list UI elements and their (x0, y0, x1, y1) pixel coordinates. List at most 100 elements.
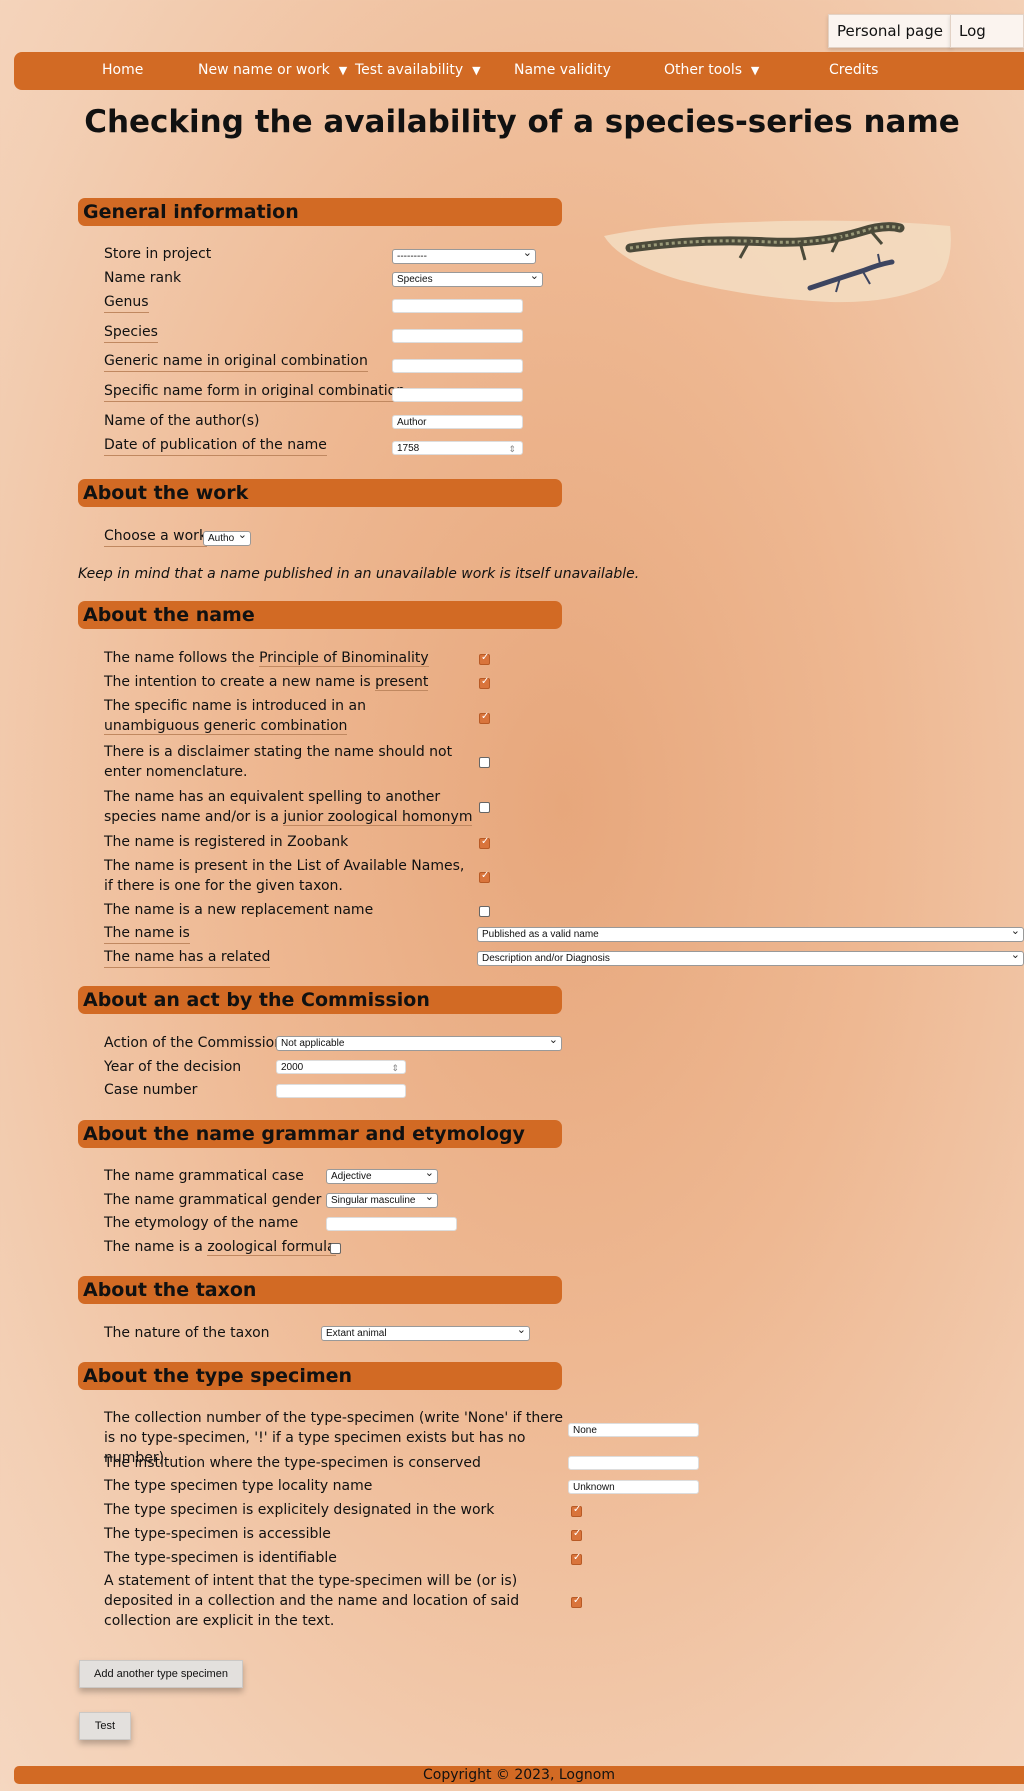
log-out-button[interactable]: Log out (950, 14, 1024, 72)
test-button[interactable]: Test (79, 1712, 131, 1740)
combination-label: The specific name is introduced in an una… (104, 696, 366, 736)
zoological-formula-link[interactable]: zoological formula (207, 1239, 336, 1256)
type-locality-input[interactable]: Unknown (568, 1480, 699, 1494)
lizard-illustration (604, 220, 951, 303)
institution-label: The institution where the type-specimen … (104, 1455, 481, 1471)
store-in-project-select[interactable]: --------- (392, 249, 536, 264)
decision-year-label: Year of the decision (104, 1059, 242, 1075)
binominality-label: The name follows the Principle of Binomi… (104, 648, 429, 668)
genus-input[interactable] (392, 299, 523, 313)
zoobank-checkbox[interactable] (479, 836, 490, 849)
combination-link[interactable]: unambiguous generic combination (104, 718, 348, 735)
section-commission: About an act by the Commission (78, 986, 562, 1014)
accessible-label: The type-specimen is accessible (104, 1526, 331, 1542)
section-type-specimen: About the type specimen (78, 1362, 562, 1390)
work-note: Keep in mind that a name published in an… (78, 566, 640, 582)
type-locality-label: The type specimen type locality name (104, 1478, 373, 1494)
dropdown-arrow-icon: ▼ (750, 64, 760, 77)
zoological-formula-label: The name is a zoological formula (104, 1237, 336, 1257)
binominality-link[interactable]: Principle of Binominality (259, 650, 429, 667)
list-available-checkbox[interactable] (479, 870, 490, 883)
combination-checkbox[interactable] (479, 711, 490, 724)
designated-checkbox[interactable] (571, 1504, 582, 1517)
name-rank-label: Name rank (104, 270, 182, 286)
grammatical-gender-label: The name grammatical gender (104, 1192, 322, 1208)
nav-credits[interactable]: Credits (829, 52, 878, 88)
taxon-nature-label: The nature of the taxon (104, 1325, 270, 1341)
author-input[interactable]: Author (392, 415, 523, 429)
choose-work-label: Choose a work (104, 526, 208, 547)
disclaimer-checkbox[interactable] (479, 757, 490, 768)
date-label: Date of publication of the name (104, 435, 327, 456)
nav-other-tools[interactable]: Other tools ▼ (664, 52, 759, 89)
statement-checkbox[interactable] (571, 1595, 582, 1608)
commission-action-label: Action of the Commission (104, 1035, 284, 1051)
taxon-nature-select[interactable]: Extant animal (321, 1326, 530, 1341)
intention-checkbox[interactable] (479, 676, 490, 689)
genus-label: Genus (104, 292, 149, 313)
homonym-label: The name has an equivalent spelling to a… (104, 787, 476, 827)
nav-new-name-label: New name or work (198, 62, 330, 78)
nav-other-tools-label: Other tools (664, 62, 743, 78)
section-grammar: About the name grammar and etymology (78, 1120, 562, 1148)
specific-original-input[interactable] (392, 388, 523, 402)
nav-new-name-or-work[interactable]: New name or work ▼ (198, 52, 347, 89)
intention-label: The intention to create a new name is pr… (104, 672, 429, 692)
list-available-label: The name is present in the List of Avail… (104, 858, 465, 894)
zoological-formula-text: The name is a (104, 1239, 208, 1255)
binominality-checkbox[interactable] (479, 652, 490, 665)
generic-original-label: Generic name in original combination (104, 351, 368, 372)
section-about-the-work: About the work (78, 479, 562, 507)
choose-work-select[interactable]: Autho (203, 531, 251, 546)
name-rank-select[interactable]: Species (392, 272, 543, 287)
date-input[interactable]: 1758 (392, 441, 523, 456)
name-is-label: The name is (104, 923, 190, 944)
author-label: Name of the author(s) (104, 413, 260, 429)
replacement-label: The name is a new replacement name (104, 902, 374, 918)
decision-year-input[interactable]: 2000 (276, 1060, 406, 1075)
designated-label: The type specimen is explicitely designa… (104, 1502, 495, 1518)
zoobank-label: The name is registered in Zoobank (104, 834, 349, 850)
intention-text: The intention to create a new name is (104, 674, 376, 690)
homonym-checkbox[interactable] (479, 802, 490, 813)
section-about-the-name: About the name (78, 601, 562, 629)
nav-test-availability[interactable]: Test availability ▼ (355, 52, 481, 89)
page-title: Checking the availability of a species-s… (84, 104, 960, 140)
nav-name-validity[interactable]: Name validity (514, 52, 611, 88)
grammatical-case-label: The name grammatical case (104, 1168, 304, 1184)
homonym-link[interactable]: junior zoological homonym (283, 809, 473, 826)
collection-number-input[interactable]: None (568, 1423, 699, 1437)
identifiable-label: The type-specimen is identifiable (104, 1550, 337, 1566)
dropdown-arrow-icon: ▼ (472, 64, 481, 77)
species-label: Species (104, 322, 158, 343)
related-select[interactable]: Description and/or Diagnosis (477, 951, 1024, 966)
species-input[interactable] (392, 329, 523, 343)
commission-action-select[interactable]: Not applicable (276, 1036, 562, 1051)
generic-original-input[interactable] (392, 359, 523, 373)
zoological-formula-checkbox[interactable] (330, 1243, 341, 1254)
grammatical-case-select[interactable]: Adjective (326, 1169, 438, 1184)
footer: Copyright © 2023, Lognom (14, 1766, 1024, 1784)
etymology-label: The etymology of the name (104, 1215, 299, 1231)
section-taxon: About the taxon (78, 1276, 562, 1304)
combination-text: The specific name is introduced in an (104, 698, 366, 714)
disclaimer-label: There is a disclaimer stating the name s… (104, 744, 453, 780)
intention-link[interactable]: present (375, 674, 429, 691)
institution-input[interactable] (568, 1456, 699, 1470)
accessible-checkbox[interactable] (571, 1528, 582, 1541)
identifiable-checkbox[interactable] (571, 1552, 582, 1565)
case-number-input[interactable] (276, 1084, 406, 1098)
main-nav: Home New name or work ▼ Test availabilit… (14, 52, 1024, 90)
statement-label: A statement of intent that the type-spec… (104, 1573, 520, 1629)
binominality-text: The name follows the (104, 650, 260, 666)
add-type-specimen-button[interactable]: Add another type specimen (79, 1660, 243, 1688)
nav-home[interactable]: Home (102, 52, 143, 88)
personal-page-button[interactable]: Personal page (828, 14, 952, 48)
replacement-checkbox[interactable] (479, 906, 490, 917)
etymology-input[interactable] (326, 1217, 457, 1231)
section-general-information: General information (78, 198, 562, 226)
case-number-label: Case number (104, 1082, 198, 1098)
name-is-select[interactable]: Published as a valid name (477, 927, 1024, 942)
dropdown-arrow-icon: ▼ (338, 64, 348, 77)
grammatical-gender-select[interactable]: Singular masculine (326, 1193, 438, 1208)
